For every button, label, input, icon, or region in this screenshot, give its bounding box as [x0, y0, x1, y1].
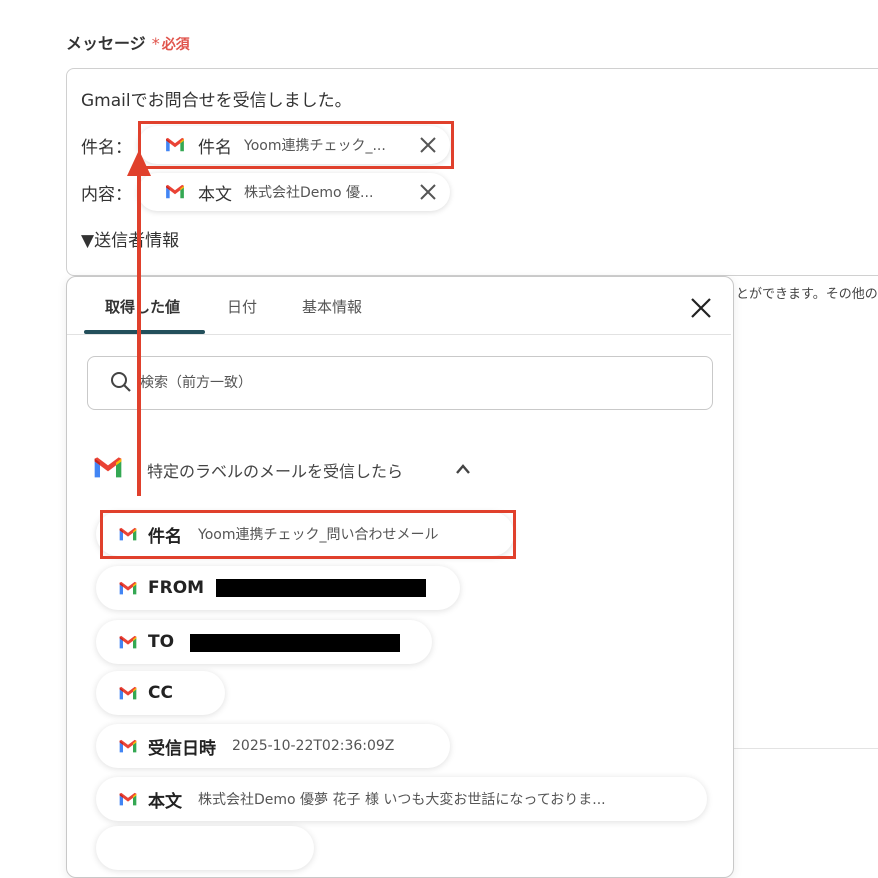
- item-value: 2025-10-22T02:36:09Z: [232, 738, 395, 754]
- gmail-icon: [119, 739, 137, 752]
- field-label-text: メッセージ: [66, 34, 146, 53]
- editor-chip-body[interactable]: 本文 株式会社Demo 優...: [138, 173, 450, 211]
- close-icon[interactable]: [418, 182, 438, 202]
- gmail-icon: [119, 686, 137, 699]
- item-label: TO: [148, 632, 175, 652]
- editor-subject-prefix: 件名：: [81, 138, 132, 158]
- chip-body-value: 株式会社Demo 優...: [244, 185, 374, 201]
- tab-retrieved-values[interactable]: 取得した値: [105, 296, 180, 317]
- close-icon[interactable]: [690, 297, 712, 319]
- gmail-icon: [94, 457, 122, 478]
- editor-body-prefix: 内容：: [81, 185, 132, 205]
- redacted-value: [190, 634, 400, 652]
- required-text: 必須: [161, 37, 190, 53]
- required-star: *: [151, 34, 160, 53]
- gmail-icon: [119, 635, 137, 648]
- gmail-icon: [119, 581, 137, 594]
- output-item-partial[interactable]: [96, 826, 314, 870]
- editor-sender-line: ▼送信者情報: [81, 231, 180, 251]
- output-item-body[interactable]: 本文 株式会社Demo 優夢 花子 様 いつも大変お世話になっておりま...: [96, 777, 707, 821]
- highlight-box-subject-chip: [138, 121, 454, 169]
- annotation-arrow-line: [137, 172, 141, 496]
- chevron-up-icon[interactable]: [455, 462, 471, 476]
- hint-text: とができます。その他の: [736, 287, 878, 302]
- output-item-cc[interactable]: CC: [96, 671, 225, 715]
- tab-divider: [67, 334, 731, 335]
- gmail-icon: [166, 184, 184, 199]
- chip-body-label: 本文: [198, 184, 232, 205]
- gmail-icon: [119, 792, 137, 805]
- divider: [732, 748, 878, 749]
- highlight-box-subject-item: [100, 510, 516, 559]
- item-label: FROM: [148, 578, 205, 598]
- tab-basic-info[interactable]: 基本情報: [302, 296, 362, 317]
- output-item-received-at[interactable]: 受信日時 2025-10-22T02:36:09Z: [96, 724, 450, 768]
- field-label: メッセージ * 必須: [66, 30, 190, 54]
- trigger-group-title[interactable]: 特定のラベルのメールを受信したら: [147, 458, 403, 482]
- item-label: CC: [148, 683, 173, 703]
- item-value: 株式会社Demo 優夢 花子 様 いつも大変お世話になっておりま...: [198, 792, 606, 808]
- editor-line-intro: Gmailでお問合せを受信しました。: [81, 91, 352, 111]
- annotation-arrow-head: [127, 150, 151, 176]
- search-input[interactable]: [140, 370, 680, 396]
- tab-date[interactable]: 日付: [227, 296, 257, 317]
- search-icon: [111, 372, 131, 392]
- redacted-value: [216, 579, 426, 597]
- item-label: 本文: [148, 791, 182, 812]
- item-label: 受信日時: [148, 738, 216, 759]
